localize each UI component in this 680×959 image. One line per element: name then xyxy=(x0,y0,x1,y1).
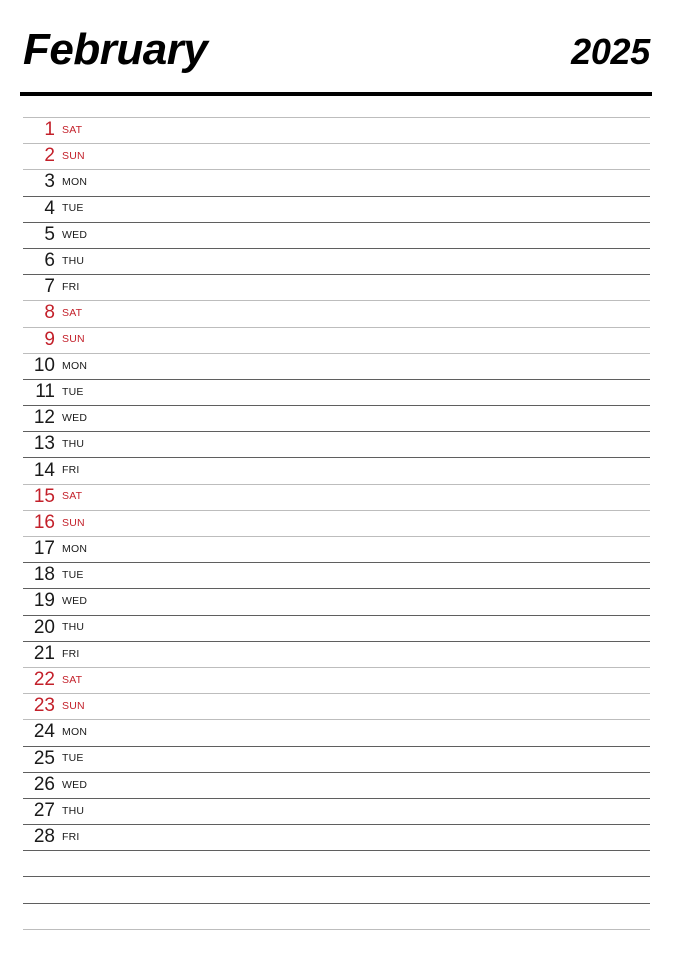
day-weekday-label: THU xyxy=(62,804,85,817)
day-weekday-label: FRI xyxy=(62,464,80,477)
day-row[interactable]: 4 TUE xyxy=(23,197,650,223)
day-row[interactable]: 7 FRI xyxy=(23,275,650,302)
day-weekday-label: FRI xyxy=(62,830,80,843)
day-row[interactable]: 8 SAT xyxy=(23,301,650,328)
day-row[interactable]: 28 FRI xyxy=(23,825,650,852)
day-weekday-label: FRI xyxy=(62,647,80,660)
day-row[interactable]: 26 WED xyxy=(23,773,650,799)
day-number: 15 xyxy=(33,485,55,507)
day-row[interactable]: 23 SUN xyxy=(23,694,650,721)
day-weekday-label: WED xyxy=(62,411,88,424)
day-row[interactable]: 12 WED xyxy=(23,406,650,433)
day-row[interactable]: 11 TUE xyxy=(23,380,650,407)
day-row[interactable]: 27 THU xyxy=(23,799,650,826)
day-row[interactable]: 18 TUE xyxy=(23,563,650,590)
day-number: 2 xyxy=(44,145,55,167)
day-weekday-label: MON xyxy=(62,542,88,555)
day-number: 26 xyxy=(33,773,55,795)
day-rows-container: 1 SAT 2 SUN 3 MON 4 TUE 5 WED 6 THU 7 FRI 8 SAT 9 SUN 10 MO… xyxy=(23,118,650,852)
day-weekday-label: WED xyxy=(62,595,88,608)
day-weekday-label: TUE xyxy=(62,569,84,582)
day-number: 12 xyxy=(33,407,55,429)
day-number: 22 xyxy=(33,669,55,691)
day-number: 4 xyxy=(44,197,55,219)
day-number: 20 xyxy=(33,616,55,638)
day-number: 24 xyxy=(33,721,55,743)
day-weekday-label: SUN xyxy=(62,333,85,346)
day-weekday-label: SAT xyxy=(62,673,83,686)
header-divider xyxy=(20,92,652,96)
calendar-header: February 2025 xyxy=(23,28,650,86)
day-weekday-label: SUN xyxy=(62,699,85,712)
day-number: 25 xyxy=(33,747,55,769)
day-weekday-label: SAT xyxy=(62,490,83,503)
day-number: 10 xyxy=(33,354,55,376)
day-weekday-label: SUN xyxy=(62,516,85,529)
day-row[interactable]: 14 FRI xyxy=(23,458,650,485)
day-number: 8 xyxy=(44,302,55,324)
page-title: February xyxy=(23,25,208,74)
note-line[interactable] xyxy=(23,904,650,930)
day-number: 23 xyxy=(33,695,55,717)
day-row[interactable]: 5 WED xyxy=(23,223,650,249)
day-number: 6 xyxy=(44,250,55,272)
day-row[interactable]: 2 SUN xyxy=(23,144,650,171)
day-row[interactable]: 16 SUN xyxy=(23,511,650,537)
day-number: 1 xyxy=(44,119,55,141)
day-number: 3 xyxy=(44,171,55,193)
day-row[interactable]: 1 SAT xyxy=(23,118,650,145)
day-weekday-label: THU xyxy=(62,254,85,267)
calendar-page: February 2025 1 SAT 2 SUN 3 MON 4 TUE 5 WED 6 THU 7 F… xyxy=(0,0,680,959)
day-number: 17 xyxy=(33,538,55,560)
day-row[interactable]: 15 SAT xyxy=(23,485,650,511)
day-weekday-label: MON xyxy=(62,176,88,189)
day-row[interactable]: 21 FRI xyxy=(23,642,650,668)
day-weekday-label: SAT xyxy=(62,123,83,136)
day-number: 7 xyxy=(44,276,55,298)
day-row[interactable]: 9 SUN xyxy=(23,328,650,354)
day-row[interactable]: 22 SAT xyxy=(23,668,650,695)
day-weekday-label: SUN xyxy=(62,150,85,163)
day-weekday-label: MON xyxy=(62,359,88,372)
day-number: 14 xyxy=(33,459,55,481)
day-number: 9 xyxy=(44,328,55,350)
note-line[interactable] xyxy=(23,877,650,904)
day-row[interactable]: 24 MON xyxy=(23,720,650,747)
note-line[interactable] xyxy=(23,851,650,878)
day-weekday-label: SAT xyxy=(62,307,83,320)
day-number: 21 xyxy=(33,642,55,664)
day-weekday-label: WED xyxy=(62,778,88,791)
day-weekday-label: THU xyxy=(62,621,85,634)
day-weekday-label: TUE xyxy=(62,202,84,215)
day-weekday-label: TUE xyxy=(62,385,84,398)
day-number: 19 xyxy=(33,590,55,612)
day-row[interactable]: 13 THU xyxy=(23,432,650,459)
day-number: 18 xyxy=(33,564,55,586)
day-weekday-label: FRI xyxy=(62,280,80,293)
day-weekday-label: MON xyxy=(62,726,88,739)
day-weekday-label: TUE xyxy=(62,752,84,765)
day-row[interactable]: 10 MON xyxy=(23,354,650,380)
day-row[interactable]: 20 THU xyxy=(23,616,650,642)
day-list: 1 SAT 2 SUN 3 MON 4 TUE 5 WED 6 THU 7 FRI 8 SAT 9 SUN 10 MO… xyxy=(23,117,650,930)
day-number: 16 xyxy=(33,511,55,533)
day-row[interactable]: 19 WED xyxy=(23,589,650,616)
day-number: 11 xyxy=(35,380,55,402)
year-label: 2025 xyxy=(571,31,650,72)
day-weekday-label: THU xyxy=(62,438,85,451)
day-number: 28 xyxy=(33,826,55,848)
day-row[interactable]: 6 THU xyxy=(23,249,650,276)
day-row[interactable]: 3 MON xyxy=(23,170,650,197)
day-weekday-label: WED xyxy=(62,228,88,241)
note-lines-container xyxy=(23,851,650,930)
day-number: 27 xyxy=(33,799,55,821)
day-number: 5 xyxy=(44,223,55,245)
day-row[interactable]: 25 TUE xyxy=(23,747,650,773)
day-row[interactable]: 17 MON xyxy=(23,537,650,564)
day-number: 13 xyxy=(33,433,55,455)
